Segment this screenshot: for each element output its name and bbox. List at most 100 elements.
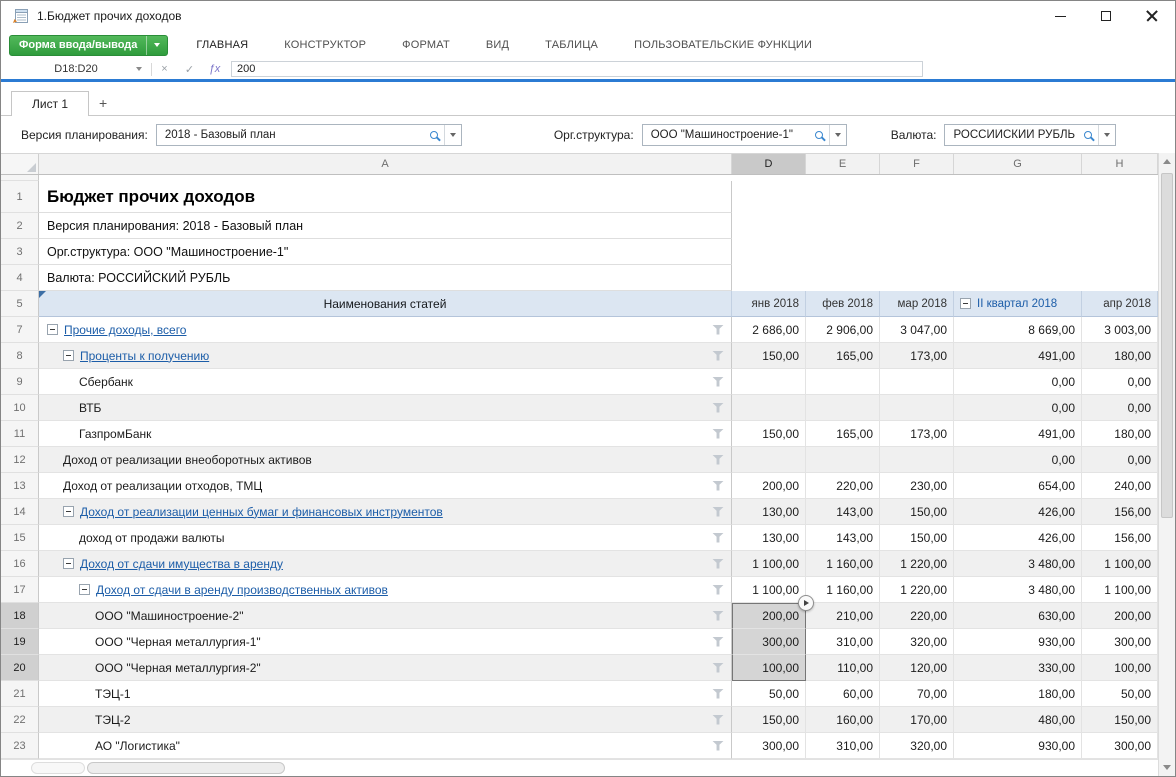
cell-H16[interactable]: 1 100,00 [1082, 551, 1158, 577]
column-header-H[interactable]: H [1082, 154, 1158, 174]
row-header-17[interactable]: 17 [1, 577, 39, 603]
cell-E16[interactable]: 1 160,00 [806, 551, 880, 577]
cell-D10[interactable] [732, 395, 806, 421]
row-header-4[interactable]: 4 [1, 265, 39, 291]
cell-F15[interactable]: 150,00 [880, 525, 954, 551]
statement-name-cell-21[interactable]: ТЭЦ-1 [39, 681, 732, 707]
row-header-15[interactable]: 15 [1, 525, 39, 551]
cell-E22[interactable]: 160,00 [806, 707, 880, 733]
row-header-20[interactable]: 20 [1, 655, 39, 681]
cell-H22[interactable]: 150,00 [1082, 707, 1158, 733]
cell-H15[interactable]: 156,00 [1082, 525, 1158, 551]
cell-F9[interactable] [880, 369, 954, 395]
chevron-down-icon[interactable] [136, 67, 142, 71]
cell-F17[interactable]: 1 220,00 [880, 577, 954, 603]
column-header-G[interactable]: G [954, 154, 1082, 174]
cell-H10[interactable]: 0,00 [1082, 395, 1158, 421]
statement-name-16[interactable]: Доход от сдачи имущества в аренду [80, 557, 283, 571]
cell-D20[interactable]: 100,00 [732, 655, 806, 681]
ribbon-tab-3[interactable]: ФОРМАТ [402, 39, 450, 51]
sheet-tab-1[interactable]: Лист 1 [11, 91, 89, 116]
statement-name-cell-19[interactable]: ООО "Черная металлургия-1" [39, 629, 732, 655]
collapse-icon[interactable] [63, 506, 74, 517]
cell-E8[interactable]: 165,00 [806, 343, 880, 369]
cell-H12[interactable]: 0,00 [1082, 447, 1158, 473]
horizontal-scrollbar[interactable] [1, 759, 1158, 776]
filter-icon[interactable] [712, 689, 724, 699]
cell-H11[interactable]: 180,00 [1082, 421, 1158, 447]
minimize-button[interactable] [1037, 1, 1083, 31]
row-header-23[interactable]: 23 [1, 733, 39, 759]
filter-icon[interactable] [712, 585, 724, 595]
cell-D13[interactable]: 200,00 [732, 473, 806, 499]
cell-F7[interactable]: 3 047,00 [880, 317, 954, 343]
cell-H20[interactable]: 100,00 [1082, 655, 1158, 681]
row-header-2[interactable]: 2 [1, 213, 39, 239]
cell-E21[interactable]: 60,00 [806, 681, 880, 707]
info-cell-1[interactable]: Бюджет прочих доходов [39, 181, 732, 213]
row-header-19[interactable]: 19 [1, 629, 39, 655]
ribbon-tab-6[interactable]: ПОЛЬЗОВАТЕЛЬСКИЕ ФУНКЦИИ [634, 39, 812, 51]
statement-name-14[interactable]: Доход от реализации ценных бумаг и финан… [80, 505, 443, 519]
collapse-icon[interactable] [63, 350, 74, 361]
statement-name-cell-7[interactable]: Прочие доходы, всего [39, 317, 732, 343]
scroll-up-button[interactable] [1159, 153, 1175, 170]
statement-header-cell[interactable]: Наименования статей [39, 291, 732, 317]
statement-name-17[interactable]: Доход от сдачи в аренду производственных… [96, 583, 388, 597]
column-header-A[interactable]: A [39, 154, 732, 174]
cell-E13[interactable]: 220,00 [806, 473, 880, 499]
cell-E23[interactable]: 310,00 [806, 733, 880, 759]
statement-name-cell-13[interactable]: Доход от реализации отходов, ТМЦ [39, 473, 732, 499]
search-icon[interactable] [424, 125, 444, 145]
statement-name-cell-16[interactable]: Доход от сдачи имущества в аренду [39, 551, 732, 577]
filter-icon[interactable] [712, 715, 724, 725]
filter-icon[interactable] [712, 663, 724, 673]
cell-D12[interactable] [732, 447, 806, 473]
statement-name-cell-8[interactable]: Проценты к получению [39, 343, 732, 369]
cell-F12[interactable] [880, 447, 954, 473]
info-cell-3[interactable]: Орг.структура: ООО "Машиностроение-1" [39, 239, 732, 265]
statement-name-cell-9[interactable]: Сбербанк [39, 369, 732, 395]
cell-F22[interactable]: 170,00 [880, 707, 954, 733]
filter-icon[interactable] [712, 403, 724, 413]
cell-G7[interactable]: 8 669,00 [954, 317, 1082, 343]
fill-handle[interactable] [798, 595, 814, 611]
cell-H13[interactable]: 240,00 [1082, 473, 1158, 499]
cell-G17[interactable]: 3 480,00 [954, 577, 1082, 603]
row-header-16[interactable]: 16 [1, 551, 39, 577]
cell-H18[interactable]: 200,00 [1082, 603, 1158, 629]
collapse-icon[interactable] [63, 558, 74, 569]
confirm-entry-button[interactable]: ✓ [177, 63, 202, 76]
cell-E12[interactable] [806, 447, 880, 473]
dropdown-button-1[interactable] [444, 125, 461, 145]
filter-icon[interactable] [712, 325, 724, 335]
dropdown-button-3[interactable] [1098, 125, 1115, 145]
row-header-13[interactable]: 13 [1, 473, 39, 499]
filter-icon[interactable] [712, 533, 724, 543]
row-header-5[interactable]: 5 [1, 291, 39, 317]
cell-G20[interactable]: 330,00 [954, 655, 1082, 681]
cell-G13[interactable]: 654,00 [954, 473, 1082, 499]
filter-icon[interactable] [712, 481, 724, 491]
cell-D15[interactable]: 130,00 [732, 525, 806, 551]
period-header-H[interactable]: апр 2018 [1082, 291, 1158, 317]
cell-D17[interactable]: 1 100,00 [732, 577, 806, 603]
cell-G21[interactable]: 180,00 [954, 681, 1082, 707]
cell-F13[interactable]: 230,00 [880, 473, 954, 499]
cell-F14[interactable]: 150,00 [880, 499, 954, 525]
cell-D16[interactable]: 1 100,00 [732, 551, 806, 577]
statement-name-cell-12[interactable]: Доход от реализации внеоборотных активов [39, 447, 732, 473]
info-cell-2[interactable]: Версия планирования: 2018 - Базовый план [39, 213, 732, 239]
statement-name-cell-14[interactable]: Доход от реализации ценных бумаг и финан… [39, 499, 732, 525]
period-header-F[interactable]: мар 2018 [880, 291, 954, 317]
cell-F8[interactable]: 173,00 [880, 343, 954, 369]
cell-D14[interactable]: 130,00 [732, 499, 806, 525]
cell-D22[interactable]: 150,00 [732, 707, 806, 733]
cell-G19[interactable]: 930,00 [954, 629, 1082, 655]
cell-G11[interactable]: 491,00 [954, 421, 1082, 447]
cell-D7[interactable]: 2 686,00 [732, 317, 806, 343]
cell-G22[interactable]: 480,00 [954, 707, 1082, 733]
row-header-7[interactable]: 7 [1, 317, 39, 343]
cancel-entry-button[interactable]: × [152, 63, 177, 75]
cell-E17[interactable]: 1 160,00 [806, 577, 880, 603]
